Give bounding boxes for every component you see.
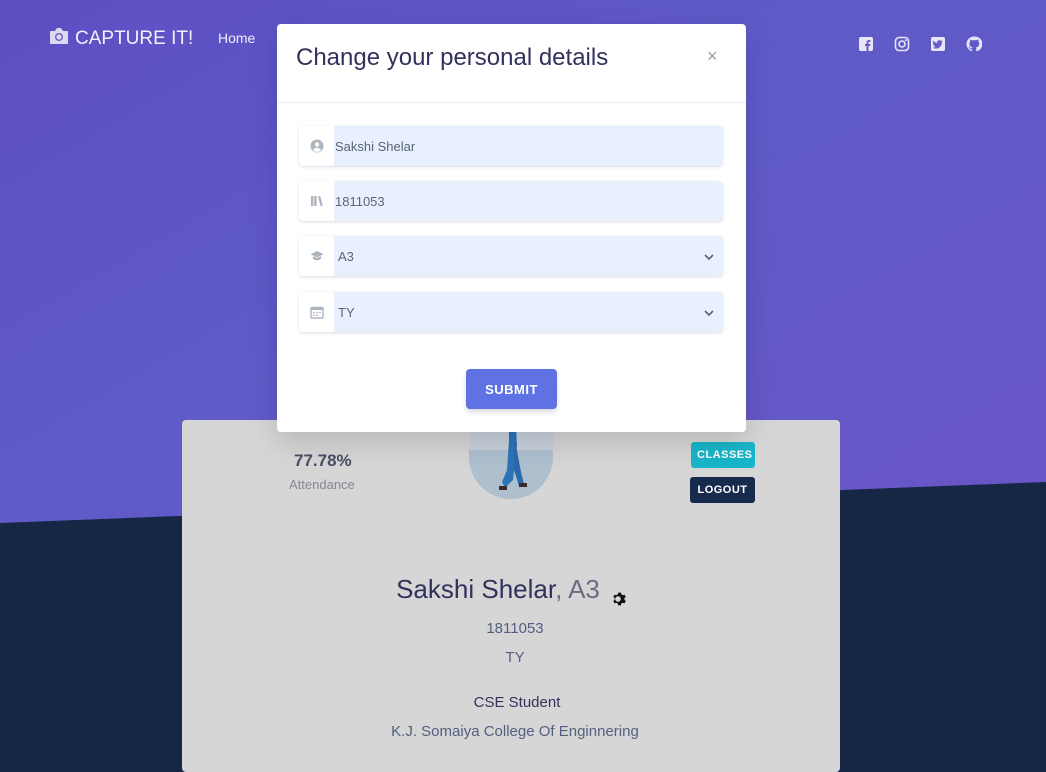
roll-field[interactable]: 1811053 (299, 181, 723, 221)
instagram-icon[interactable] (894, 36, 910, 52)
graduation-cap-icon (299, 236, 334, 276)
facebook-icon[interactable] (858, 36, 874, 52)
books-icon (299, 181, 334, 221)
modal-title: Change your personal details (296, 44, 609, 71)
github-icon[interactable] (966, 36, 983, 52)
camera-icon (49, 27, 69, 51)
profile-name: Sakshi Shelar (396, 574, 556, 604)
user-circle-icon (299, 126, 334, 166)
gear-icon[interactable] (610, 583, 626, 606)
submit-button[interactable]: SUBMIT (466, 369, 557, 409)
logout-button[interactable]: LOGOUT (690, 477, 755, 503)
year-value: TY (338, 304, 355, 320)
name-field[interactable]: Sakshi Shelar (299, 126, 723, 166)
chevron-down-icon (703, 250, 715, 262)
brand-name: CAPTURE IT! (75, 28, 194, 49)
attendance-value: 77.78% (294, 451, 352, 470)
profile-roll-number: 1811053 (486, 620, 544, 637)
twitter-icon[interactable] (930, 36, 946, 52)
division-select[interactable]: A3 (299, 236, 723, 276)
modal-divider (277, 102, 746, 103)
year-select[interactable]: TY (299, 292, 723, 332)
attendance-label: Attendance (289, 477, 355, 492)
profile-college: K.J. Somaiya College Of Enginnering (391, 723, 639, 740)
classes-button[interactable]: CLASSES (691, 442, 755, 468)
brand-logo[interactable]: CAPTURE IT! (49, 27, 193, 51)
close-icon[interactable]: × (707, 46, 718, 67)
profile-role: CSE Student (473, 694, 561, 711)
roll-input[interactable]: 1811053 (335, 194, 723, 209)
profile-name-heading: Sakshi Shelar, A3 (182, 574, 840, 606)
chevron-down-icon (703, 306, 715, 318)
name-input[interactable]: Sakshi Shelar (335, 139, 723, 154)
profile-division: , A3 (555, 574, 600, 604)
profile-year: TY (505, 649, 525, 666)
calendar-icon (299, 292, 334, 332)
profile-card: 77.78% Attendance CLASSES LOGOUT Sakshi … (182, 410, 840, 772)
division-value: A3 (338, 248, 354, 264)
nav-home-link[interactable]: Home (218, 30, 255, 46)
personal-details-modal: Change your personal details × Sakshi Sh… (277, 24, 746, 432)
social-links (858, 36, 983, 52)
